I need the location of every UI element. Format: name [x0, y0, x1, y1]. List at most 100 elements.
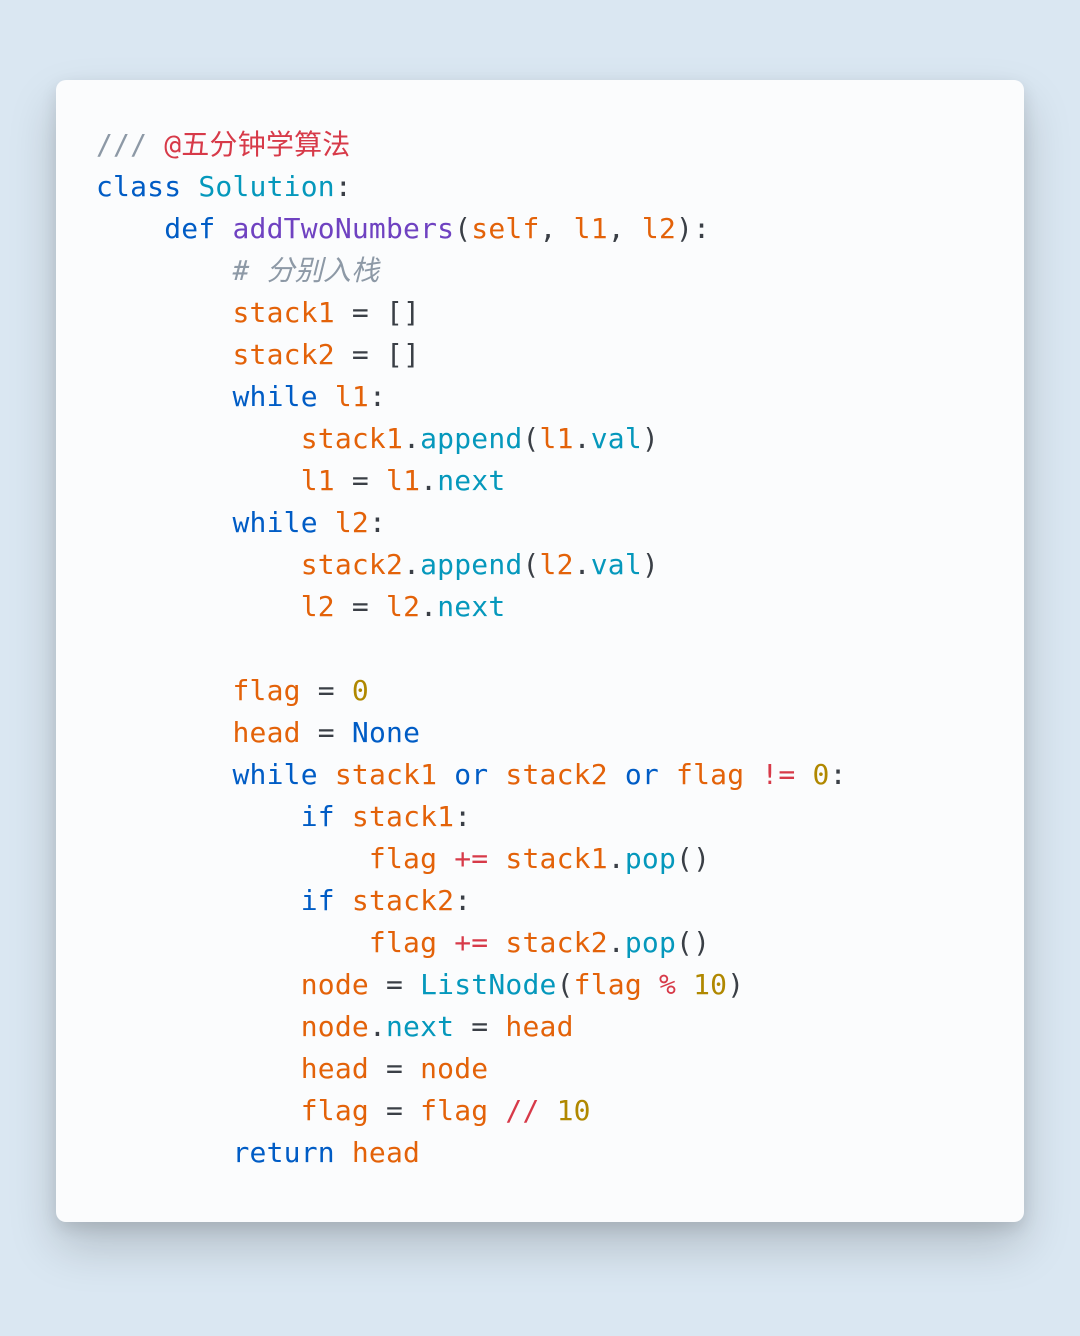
- code-token: stack2: [352, 884, 454, 917]
- code-token: :: [335, 170, 352, 203]
- code-token: [96, 254, 232, 287]
- code-token: 10: [557, 1094, 591, 1127]
- code-token: flag: [676, 758, 761, 791]
- code-token: ): [727, 968, 744, 1001]
- code-line: node = ListNode(flag % 10): [96, 964, 984, 1006]
- code-token: class: [96, 170, 198, 203]
- code-token: flag: [301, 1094, 386, 1127]
- code-token: [488, 926, 505, 959]
- code-token: [96, 842, 369, 875]
- code-token: head: [505, 1010, 573, 1043]
- code-token: :: [830, 758, 847, 791]
- code-token: [96, 548, 301, 581]
- code-token: flag: [420, 1094, 505, 1127]
- code-token: l1: [301, 464, 352, 497]
- code-line: l1 = l1.next: [96, 460, 984, 502]
- code-token: while: [232, 506, 334, 539]
- code-line: # 分别入栈: [96, 250, 984, 292]
- code-token: (: [522, 422, 539, 455]
- code-token: next: [437, 464, 505, 497]
- code-token: :: [454, 884, 471, 917]
- code-line: class Solution:: [96, 166, 984, 208]
- code-token: [96, 422, 301, 455]
- code-line: stack1.append(l1.val): [96, 418, 984, 460]
- code-token: [96, 758, 232, 791]
- code-token: append: [420, 422, 522, 455]
- code-line: stack2 = []: [96, 334, 984, 376]
- code-token: (): [676, 926, 710, 959]
- code-token: append: [420, 548, 522, 581]
- code-line: while l1:: [96, 376, 984, 418]
- code-token: (: [454, 212, 471, 245]
- code-token: ,: [608, 212, 642, 245]
- code-token: flag: [574, 968, 659, 1001]
- code-token: node: [301, 1010, 369, 1043]
- code-token: =: [386, 1052, 420, 1085]
- code-token: val: [591, 422, 642, 455]
- code-token: .: [403, 422, 420, 455]
- code-token: l1: [574, 212, 608, 245]
- code-token: stack1: [232, 296, 351, 329]
- code-token: 10: [693, 968, 727, 1001]
- code-line: flag = 0: [96, 670, 984, 712]
- code-token: :: [454, 800, 471, 833]
- code-token: pop: [625, 926, 676, 959]
- code-token: !=: [761, 758, 795, 791]
- code-token: if: [301, 884, 352, 917]
- code-token: Solution: [198, 170, 334, 203]
- code-token: node: [301, 968, 386, 1001]
- code-token: 0: [352, 674, 369, 707]
- code-line: stack2.append(l2.val): [96, 544, 984, 586]
- code-line: flag = flag // 10: [96, 1090, 984, 1132]
- code-token: # 分别入栈: [232, 254, 379, 287]
- code-token: or: [454, 758, 505, 791]
- code-token: =: [352, 590, 386, 623]
- code-token: .: [420, 464, 437, 497]
- code-line: if stack2:: [96, 880, 984, 922]
- code-token: [96, 296, 232, 329]
- code-token: next: [386, 1010, 471, 1043]
- code-line: [96, 628, 984, 670]
- code-token: flag: [369, 926, 454, 959]
- code-line: while stack1 or stack2 or flag != 0:: [96, 754, 984, 796]
- code-token: [96, 590, 301, 623]
- code-token: node: [420, 1052, 488, 1085]
- code-token: :: [369, 506, 386, 539]
- code-token: [96, 800, 301, 833]
- code-token: [488, 842, 505, 875]
- code-token: (): [676, 842, 710, 875]
- code-token: [676, 968, 693, 1001]
- code-token: head: [232, 716, 317, 749]
- code-token: ):: [676, 212, 710, 245]
- code-line: flag += stack1.pop(): [96, 838, 984, 880]
- code-token: stack1: [335, 758, 454, 791]
- code-token: l1: [540, 422, 574, 455]
- code-token: +=: [454, 926, 488, 959]
- code-token: .: [608, 842, 625, 875]
- code-token: %: [659, 968, 676, 1001]
- code-token: .: [608, 926, 625, 959]
- code-line: if stack1:: [96, 796, 984, 838]
- code-line: /// @五分钟学算法: [96, 124, 984, 166]
- code-token: stack2: [301, 548, 403, 581]
- code-token: stack1: [352, 800, 454, 833]
- code-token: ,: [540, 212, 574, 245]
- code-token: =: [318, 674, 352, 707]
- code-token: while: [232, 380, 334, 413]
- code-token: [540, 1094, 557, 1127]
- code-token: [795, 758, 812, 791]
- code-token: val: [591, 548, 642, 581]
- code-token: l2: [540, 548, 574, 581]
- code-token: =: [386, 1094, 420, 1127]
- code-token: ///: [96, 128, 164, 161]
- code-token: None: [352, 716, 420, 749]
- code-token: stack1: [301, 422, 403, 455]
- code-token: addTwoNumbers: [232, 212, 454, 245]
- code-token: l2: [386, 590, 420, 623]
- code-token: [96, 1010, 301, 1043]
- code-token: stack2: [505, 758, 624, 791]
- code-token: ): [642, 422, 659, 455]
- code-line: l2 = l2.next: [96, 586, 984, 628]
- code-token: .: [369, 1010, 386, 1043]
- code-token: 0: [813, 758, 830, 791]
